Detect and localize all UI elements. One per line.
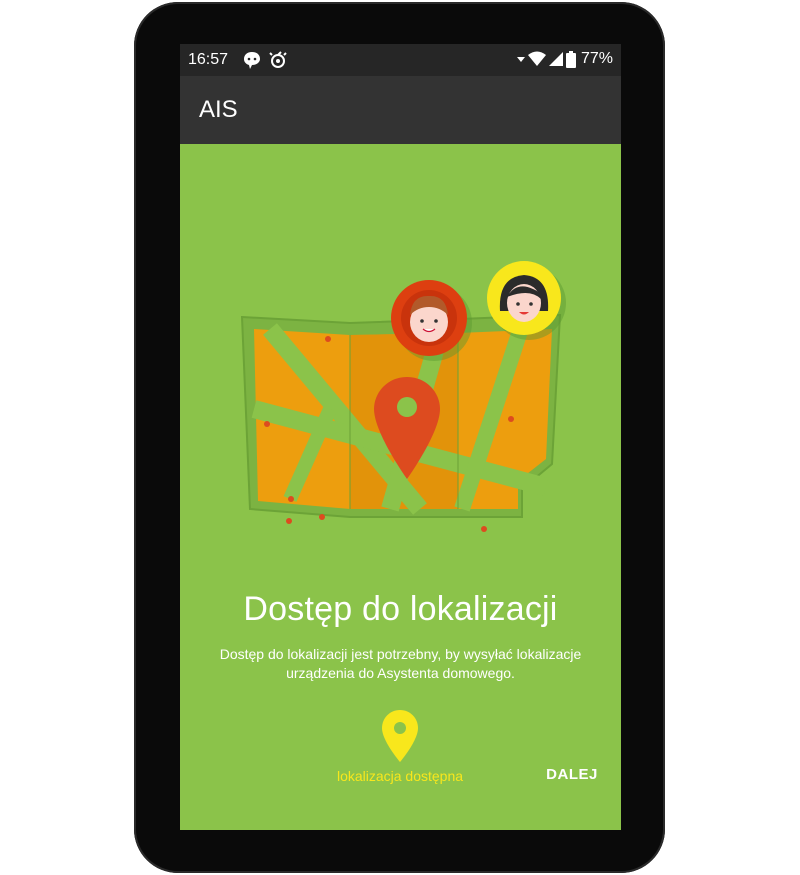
data-arrow-icon [516, 57, 525, 62]
location-pin-icon [382, 710, 418, 762]
app-screen: 16:57 77% AIS Dostęp do lokalizacji Dost… [180, 44, 621, 830]
status-bar: 16:57 77% [180, 44, 621, 76]
next-button[interactable]: DALEJ [532, 766, 612, 790]
status-right-icons: 77% [516, 50, 613, 68]
location-status-label: lokalizacja dostępna [336, 768, 464, 784]
app-bar: AIS [180, 76, 621, 144]
map-illustration [240, 261, 566, 532]
battery-percent: 77% [580, 50, 613, 67]
cell-signal-icon [548, 52, 563, 66]
wifi-icon [527, 51, 546, 66]
status-time: 16:57 [188, 51, 229, 68]
page-description: Dostęp do lokalizacji jest potrzebny, by… [219, 646, 582, 681]
battery-icon [565, 50, 576, 68]
page-title: Dostęp do lokalizacji [243, 590, 558, 628]
location-status: lokalizacja dostępna [330, 710, 470, 784]
chat-notification-icon [244, 52, 260, 69]
sync-notification-icon [269, 51, 287, 68]
app-title: AIS [199, 96, 238, 123]
